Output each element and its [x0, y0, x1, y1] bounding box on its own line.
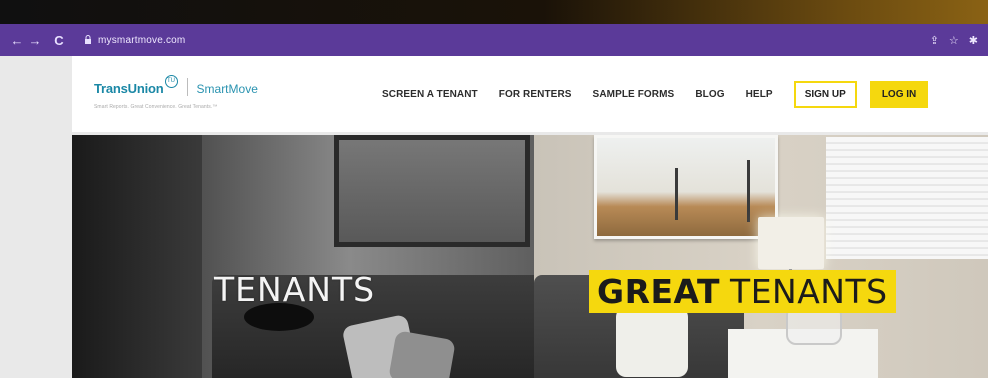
site-header: TransUnion TU SmartMove Smart Reports. G…	[72, 56, 988, 132]
reload-icon[interactable]: C	[50, 33, 68, 48]
url-text[interactable]: mysmartmove.com	[98, 35, 185, 46]
hero-caption-great-tenants: GREAT TENANTS	[589, 270, 896, 313]
logo-product: SmartMove	[196, 82, 258, 96]
logo-badge: TU	[164, 75, 178, 88]
screen-top-strip	[0, 0, 988, 24]
extension-icon[interactable]: ✱	[969, 34, 978, 47]
share-icon[interactable]: ⇪	[930, 34, 939, 47]
hero-caption-great: GREAT	[597, 272, 721, 311]
browser-toolbar: ← → C mysmartmove.com ⇪ ☆ ✱	[0, 24, 988, 56]
logo-tagline: Smart Reports. Great Convenience. Great …	[94, 104, 218, 110]
address-bar[interactable]: mysmartmove.com	[84, 35, 185, 46]
hero-image-great-tenants	[534, 135, 988, 378]
site-logo[interactable]: TransUnion TU SmartMove Smart Reports. G…	[94, 75, 258, 110]
sign-up-button[interactable]: SIGN UP	[793, 80, 857, 108]
hero-image-tenants	[72, 135, 542, 378]
nav-help[interactable]: HELP	[746, 89, 773, 100]
logo-divider	[186, 78, 188, 96]
nav-blog[interactable]: BLOG	[695, 89, 724, 100]
forward-arrow-icon[interactable]: →	[26, 33, 44, 48]
nav-for-renters[interactable]: FOR RENTERS	[499, 89, 572, 100]
hero-caption-tenants-right: TENANTS	[730, 272, 888, 311]
browser-actions: ⇪ ☆ ✱	[930, 34, 978, 47]
logo-brand: TransUnion	[94, 81, 164, 96]
nav-sample-forms[interactable]: SAMPLE FORMS	[593, 89, 675, 100]
main-nav: SCREEN A TENANT FOR RENTERS SAMPLE FORMS…	[382, 56, 929, 132]
log-in-button[interactable]: LOG IN	[869, 80, 929, 108]
nav-screen-a-tenant[interactable]: SCREEN A TENANT	[382, 89, 478, 100]
web-page: TransUnion TU SmartMove Smart Reports. G…	[0, 56, 988, 378]
lock-icon	[84, 34, 92, 46]
hero-caption-tenants: TENANTS	[214, 270, 376, 309]
back-arrow-icon[interactable]: ←	[8, 33, 26, 48]
star-icon[interactable]: ☆	[949, 34, 959, 47]
hero-banner: TENANTS GREAT TENANTS	[72, 135, 988, 378]
